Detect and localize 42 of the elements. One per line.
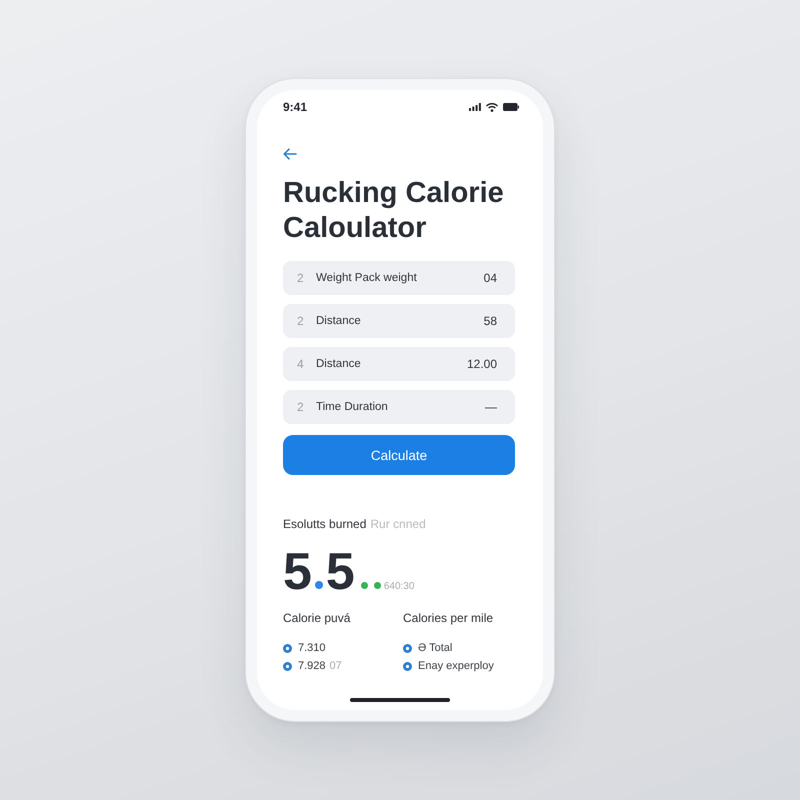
stat-heading: Calorie puvá [283, 610, 352, 626]
field-label: Time Duration [316, 401, 388, 413]
stat-item: 7.310 [298, 642, 326, 654]
page-title: Rucking Calorie Caloulator [283, 176, 505, 246]
input-field[interactable]: 4 Distance 12.00 [283, 347, 515, 381]
calculate-button[interactable]: Calculate [283, 435, 515, 475]
input-field[interactable]: 2 Time Duration — [283, 390, 515, 424]
result-value: 5 [283, 546, 312, 598]
battery-icon [503, 103, 519, 111]
stat-item: Ə Total [418, 642, 452, 654]
wifi-icon [486, 102, 498, 112]
field-value: — [485, 400, 497, 414]
status-time: 9:41 [283, 100, 308, 114]
input-field[interactable]: 2 Distance 58 [283, 304, 515, 338]
signal-icon [469, 103, 481, 111]
field-number: 4 [297, 357, 305, 371]
dot-icon [360, 582, 368, 589]
field-label: Distance [316, 315, 361, 327]
field-number: 2 [297, 400, 305, 414]
result-value: 5 [326, 546, 355, 598]
bullet-icon [403, 662, 412, 670]
field-value: 04 [484, 271, 497, 285]
bullet-icon [283, 644, 292, 652]
result-time: 640:30 [384, 581, 414, 593]
stat-note: 07 [330, 660, 342, 672]
stat-item: 7.928 [298, 660, 326, 672]
stat-heading: Calories per mile [403, 610, 494, 626]
result-hint: Rur cnned [370, 516, 426, 532]
field-label: Distance [316, 358, 361, 370]
field-value: 12.00 [466, 357, 497, 371]
dot-icon [314, 581, 323, 589]
dot-icon [374, 582, 381, 589]
result-label: Esolutts burned [283, 516, 366, 532]
stat-item: Enay experploy [418, 660, 494, 672]
bullet-icon [403, 644, 412, 652]
field-number: 2 [297, 314, 305, 328]
back-arrow-icon[interactable] [283, 148, 297, 160]
field-label: Weight Pack weight [316, 272, 417, 284]
field-value: 58 [484, 314, 497, 328]
bullet-icon [283, 662, 292, 670]
field-number: 2 [297, 271, 305, 285]
input-field[interactable]: 2 Weight Pack weight 04 [283, 261, 515, 295]
